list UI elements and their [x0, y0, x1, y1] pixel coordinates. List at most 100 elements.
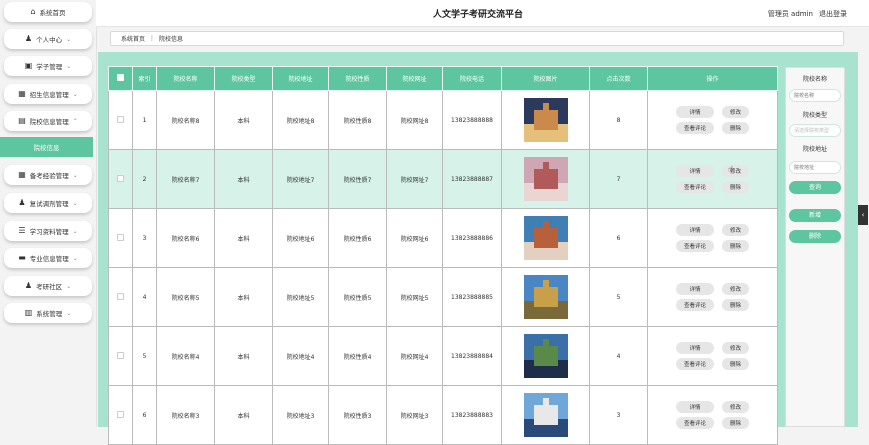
row-checkbox[interactable]	[117, 410, 124, 418]
cell-name: 院校名称6	[156, 208, 215, 268]
nav-item-personal-center[interactable]: ♟ 个人中心 ⌄	[4, 29, 92, 49]
table-row[interactable]: 6 院校名称3 本科 院校地址3 院校性质3 院校网址3 13823888883 3 详情 修改查…	[108, 385, 778, 445]
row-checkbox[interactable]	[117, 115, 124, 123]
cell-clicks: 3	[589, 385, 648, 445]
cell-actions: 详情 修改 查看评论 删除	[647, 208, 778, 268]
edit-button[interactable]: 修改	[722, 401, 750, 413]
row-select-cell[interactable]	[108, 267, 133, 327]
search-address-label: 院校地址	[802, 146, 827, 153]
delete-button[interactable]: 删除	[722, 358, 750, 370]
delete-button[interactable]: 删除	[722, 417, 750, 429]
edit-button[interactable]: 修改	[722, 224, 750, 236]
delete-button[interactable]: 删除	[722, 181, 750, 193]
row-select-cell[interactable]	[108, 208, 133, 268]
search-type-select[interactable]: 请选择院校类型	[789, 124, 841, 137]
row-checkbox[interactable]	[117, 351, 124, 359]
collapse-arrow-icon[interactable]: ‹	[858, 205, 868, 225]
search-name-input[interactable]	[789, 89, 841, 102]
edit-button[interactable]: 修改	[722, 283, 750, 295]
row-checkbox[interactable]	[117, 233, 124, 241]
app-title: 人文学子考研交流平台	[433, 10, 524, 20]
cell-address: 院校地址6	[272, 208, 329, 268]
cell-phone: 13823888884	[442, 326, 502, 386]
logout-link[interactable]: 退出登录	[819, 9, 847, 19]
view-comments-button[interactable]: 查看评论	[675, 181, 714, 193]
cell-type: 本科	[214, 149, 273, 209]
view-comments-button[interactable]: 查看评论	[675, 417, 714, 429]
delete-button[interactable]: 删除	[722, 299, 750, 311]
row-checkbox[interactable]	[117, 292, 124, 300]
cell-clicks: 7	[589, 149, 648, 209]
search-address-input[interactable]	[789, 161, 841, 174]
cell-index: 3	[132, 208, 157, 268]
nav-item-study-materials[interactable]: ☰ 学习资料管理 ⌄	[4, 221, 92, 241]
cell-phone: 13823888885	[442, 267, 502, 327]
row-select-cell[interactable]	[108, 90, 133, 150]
cell-nature: 院校性质7	[328, 149, 387, 209]
view-comments-button[interactable]: 查看评论	[675, 240, 714, 252]
view-comments-button[interactable]: 查看评论	[675, 358, 714, 370]
nav-item-admissions[interactable]: ▦ 招生信息管理 ⌄	[4, 84, 92, 104]
cell-index: 1	[132, 90, 157, 150]
nav-item-community[interactable]: ♟ 考研社区 ⌄	[4, 276, 92, 296]
nav-item-retest-transfer[interactable]: ♟ 复试调剂管理 ⌄	[4, 193, 92, 213]
row-select-cell[interactable]	[108, 326, 133, 386]
person-icon: ♟	[24, 281, 33, 290]
header-nature: 院校性质	[328, 66, 387, 91]
detail-button[interactable]: 详情	[675, 401, 714, 413]
header-select-all[interactable]	[108, 66, 133, 91]
nav-item-exam-experience[interactable]: ▦ 备考经验管理 ⌄	[4, 165, 92, 185]
delete-button[interactable]: 删除	[722, 122, 750, 134]
select-all-checkbox[interactable]	[117, 74, 124, 81]
user-area: 管理员 admin 退出登录	[768, 9, 847, 19]
header-actions: 操作	[647, 66, 778, 91]
chevron-down-icon: ⌄	[72, 227, 78, 235]
cell-nature: 院校性质6	[328, 208, 387, 268]
row-select-cell[interactable]	[108, 385, 133, 445]
search-button[interactable]: 查询	[789, 181, 841, 194]
view-comments-button[interactable]: 查看评论	[675, 122, 714, 134]
cell-image	[501, 326, 590, 386]
nav-subitem-school-info[interactable]: 院校信息	[0, 137, 93, 157]
breadcrumb-home[interactable]: 系统首页	[121, 34, 145, 43]
row-select-cell[interactable]	[108, 149, 133, 209]
cell-address: 院校地址8	[272, 90, 329, 150]
cell-clicks: 4	[589, 326, 648, 386]
nav-item-students[interactable]: ▣ 学子管理 ⌄	[4, 56, 92, 76]
edit-button[interactable]: 修改	[722, 165, 750, 177]
detail-button[interactable]: 详情	[675, 106, 714, 118]
cell-clicks: 5	[589, 267, 648, 327]
table-header-row: 索引 院校名称 院校类型 院校地址 院校性质 院校网址 院校电话 院校图片 点击…	[108, 66, 778, 91]
table-row[interactable]: 5 院校名称4 本科 院校地址4 院校性质4 院校网址4 13823888884 4 详情 修改查…	[108, 326, 778, 386]
add-button[interactable]: 新增	[789, 209, 841, 222]
detail-button[interactable]: 详情	[675, 165, 714, 177]
nav-item-home[interactable]: ⌂ 系统首页	[4, 2, 92, 22]
home-icon: ⌂	[30, 7, 36, 16]
chevron-down-icon: ⌄	[66, 309, 72, 317]
header-image: 院校图片	[501, 66, 590, 91]
edit-button[interactable]: 修改	[722, 106, 750, 118]
detail-button[interactable]: 详情	[675, 342, 714, 354]
detail-button[interactable]: 详情	[675, 224, 714, 236]
nav-item-major-info[interactable]: ▬ 专业信息管理 ⌄	[4, 248, 92, 268]
edit-button[interactable]: 修改	[722, 342, 750, 354]
header-name: 院校名称	[156, 66, 215, 91]
cell-image	[501, 385, 590, 445]
row-checkbox[interactable]	[117, 174, 124, 182]
detail-button[interactable]: 详情	[675, 283, 714, 295]
person-icon: ♟	[24, 34, 33, 43]
table-row[interactable]: 2 院校名称7 本科 院校地址7 院校性质7 院校网址7 13823888887 7 详情 修改查…	[108, 149, 778, 209]
batch-delete-button[interactable]: 删除	[789, 230, 841, 243]
view-comments-button[interactable]: 查看评论	[675, 299, 714, 311]
nav-label: 个人中心	[36, 36, 63, 44]
nav-item-system[interactable]: ▥ 系统管理 ⌄	[4, 303, 92, 323]
cell-type: 本科	[214, 385, 273, 445]
breadcrumb: 系统首页 ⋮ 院校信息	[110, 31, 844, 46]
nav-item-school-info[interactable]: ▤ 院校信息管理 ⌃	[4, 111, 92, 131]
cell-actions: 详情 修改 查看评论 删除	[647, 149, 778, 209]
table-row[interactable]: 4 院校名称5 本科 院校地址5 院校性质5 院校网址5 13823888885 5 详情 修改查…	[108, 267, 778, 327]
delete-button[interactable]: 删除	[722, 240, 750, 252]
table-row[interactable]: 1 院校名称8 本科 院校地址8 院校性质8 院校网址8 13823888888 8 详情 修改查…	[108, 90, 778, 150]
table-row[interactable]: 3 院校名称6 本科 院校地址6 院校性质6 院校网址6 13823888886 6 详情 修改查…	[108, 208, 778, 268]
cell-actions: 详情 修改 查看评论 删除	[647, 385, 778, 445]
